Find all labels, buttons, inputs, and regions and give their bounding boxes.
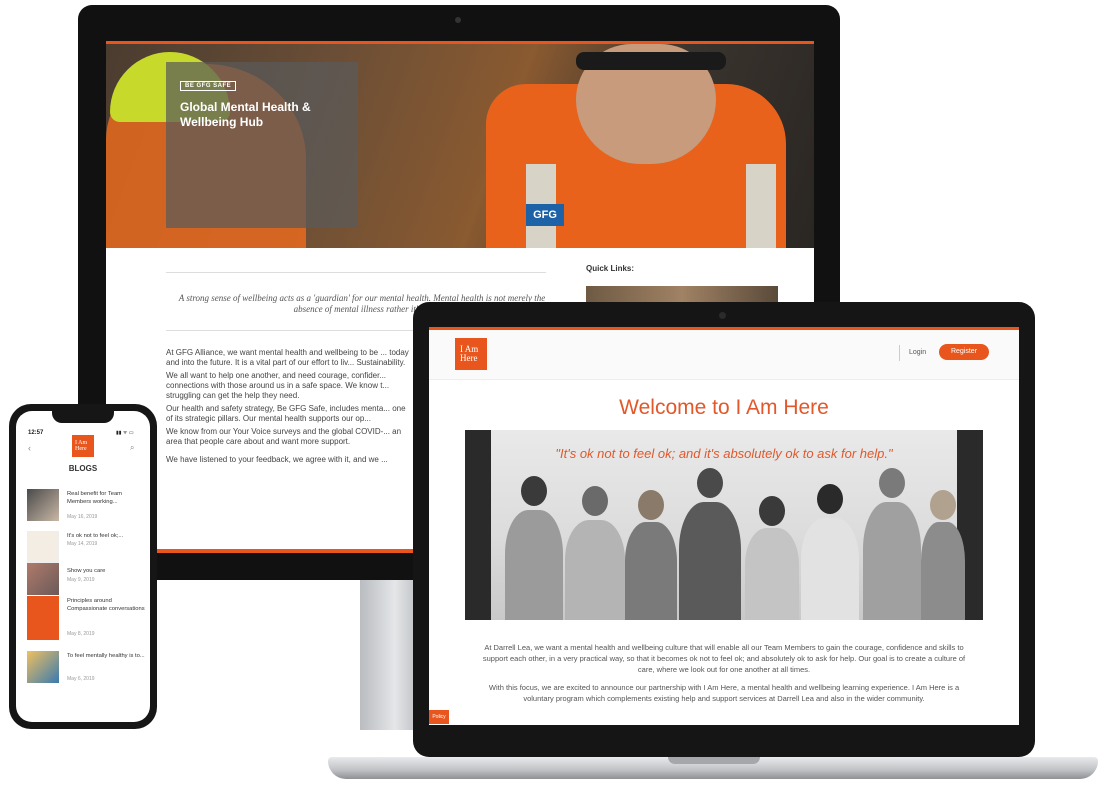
blog-date: May 8, 2019: [67, 631, 95, 637]
login-link[interactable]: Login: [909, 349, 926, 356]
smartphone: 12:57 ▮▮ ᯤ ▭ ‹ I Am Here ⌕ BLOGS Real be…: [9, 404, 157, 729]
camera-icon: [455, 17, 461, 23]
status-icons: ▮▮ ᯤ ▭: [116, 430, 134, 436]
blog-list-item[interactable]: To feel mentally healthy is to... May 6,…: [27, 651, 147, 691]
person-head: [521, 476, 547, 506]
blogs-heading: BLOGS: [68, 464, 98, 473]
laptop-notch: [668, 757, 760, 764]
hero-title: Global Mental Health & Wellbeing Hub: [180, 100, 344, 130]
person-head: [879, 468, 905, 498]
top-nav: I Am Here Login Register: [429, 330, 1019, 380]
blog-date: May 16, 2019: [67, 514, 98, 520]
blog-title: To feel mentally healthy is to...: [67, 653, 145, 659]
person-figure: [625, 490, 677, 620]
person-head: [817, 484, 843, 514]
status-time: 12:57: [28, 430, 44, 436]
page-title: Welcome to I Am Here: [619, 396, 829, 419]
blog-title: Show you care: [67, 568, 106, 574]
hero-banner: GFG BE GFG SAFE Global Mental Health & W…: [106, 44, 814, 248]
register-button[interactable]: Register: [939, 344, 989, 360]
blog-title: Real benefit for Team Members working...: [67, 491, 122, 505]
nav-divider: [899, 345, 900, 361]
article-paragraph: We know from our Your Voice surveys and …: [166, 427, 402, 446]
reflective-stripe: [746, 164, 776, 248]
gfg-logo: GFG: [526, 204, 564, 226]
blog-thumbnail: [27, 489, 59, 521]
person-head: [638, 490, 664, 520]
hero-tag[interactable]: BE GFG SAFE: [180, 81, 237, 91]
logo-line: Here: [75, 446, 87, 452]
article-paragraph: At GFG Alliance, we want mental health a…: [166, 348, 409, 367]
person-figure: [745, 496, 799, 620]
search-icon[interactable]: ⌕: [130, 443, 134, 453]
laptop: I Am Here Login Register Welcome to I Am…: [413, 302, 1035, 757]
person-figure: [565, 486, 625, 620]
i-am-here-logo[interactable]: I Am Here: [72, 435, 94, 457]
back-chevron-icon[interactable]: ‹: [28, 443, 31, 453]
person-figure: [801, 484, 859, 620]
person-figure: [921, 490, 965, 620]
hero-group-photo: "It's ok not to feel ok; and it's absolu…: [465, 430, 983, 620]
laptop-screen: I Am Here Login Register Welcome to I Am…: [429, 327, 1019, 725]
person-figure: [505, 476, 563, 620]
blog-list-item[interactable]: Real benefit for Team Members working...…: [27, 489, 147, 529]
intro-paragraph: At Darrell Lea, we want a mental health …: [482, 643, 966, 674]
blog-thumbnail: [27, 651, 59, 683]
blog-date: May 14, 2019: [67, 541, 98, 547]
article-paragraph: Our health and safety strategy, Be GFG S…: [166, 404, 406, 423]
person-head: [759, 496, 785, 526]
phone-screen: 12:57 ▮▮ ᯤ ▭ ‹ I Am Here ⌕ BLOGS Real be…: [16, 411, 150, 722]
hero-overlay-card: BE GFG SAFE Global Mental Health & Wellb…: [166, 62, 358, 228]
person-figure: [863, 468, 921, 620]
laptop-base: [328, 757, 1098, 779]
hero-title-line: Wellbeing Hub: [180, 115, 264, 129]
intro-paragraph: With this focus, we are excited to annou…: [488, 683, 960, 703]
safety-glasses: [576, 52, 726, 70]
hero-title-line: Global Mental Health &: [180, 100, 311, 114]
i-am-here-logo[interactable]: I Am Here: [455, 338, 487, 370]
person-figure: [679, 468, 741, 620]
article-paragraph: We all want to help one another, and nee…: [166, 371, 390, 400]
person-head: [697, 468, 723, 498]
blog-thumbnail: [27, 531, 59, 563]
intro-text: At Darrell Lea, we want a mental health …: [475, 642, 973, 711]
article-paragraph: We have listened to your feedback, we ag…: [166, 455, 388, 464]
hero-tagline: "It's ok not to feel ok; and it's absolu…: [555, 446, 893, 461]
blog-thumbnail: [27, 596, 59, 640]
person-head: [582, 486, 608, 516]
blog-date: May 9, 2019: [67, 577, 95, 583]
blog-date: May 6, 2019: [67, 676, 95, 682]
blog-list-item[interactable]: Principles around Compassionate conversa…: [27, 596, 147, 642]
blog-thumbnail: [27, 563, 59, 595]
article-text: At GFG Alliance, we want mental health a…: [166, 348, 410, 468]
logo-line: Here: [460, 353, 478, 363]
camera-icon: [719, 312, 726, 319]
policy-tab[interactable]: Policy: [429, 710, 449, 724]
phone-notch: [52, 411, 114, 423]
person-head: [930, 490, 956, 520]
blog-title: It's ok not to feel ok;...: [67, 533, 124, 539]
quick-links-heading: Quick Links:: [586, 264, 635, 273]
divider: [166, 272, 546, 273]
blog-title: Principles around Compassionate conversa…: [67, 598, 145, 612]
